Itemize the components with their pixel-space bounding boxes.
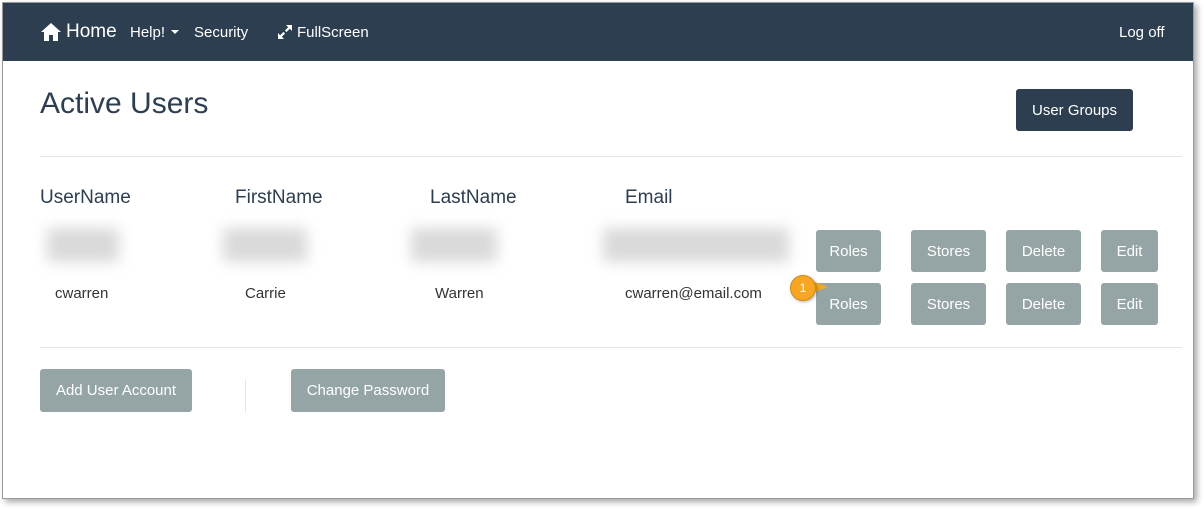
nav-help-label: Help! xyxy=(130,23,166,41)
add-user-account-button[interactable]: Add User Account xyxy=(40,369,192,412)
cell-username: cwarren xyxy=(55,285,109,302)
redacted-lastname xyxy=(411,228,497,262)
user-groups-button[interactable]: User Groups xyxy=(1016,89,1133,131)
column-header-lastname: LastName xyxy=(430,187,517,208)
nav-security-link[interactable]: Security xyxy=(194,3,248,61)
nav-logoff-label: Log off xyxy=(1119,23,1165,41)
stores-button[interactable]: Stores xyxy=(911,230,986,272)
stores-button[interactable]: Stores xyxy=(911,283,986,325)
divider xyxy=(40,347,1182,348)
roles-button[interactable]: Roles xyxy=(816,230,881,272)
top-navbar: Home Help! Security FullScreen Log off xyxy=(3,3,1193,61)
redacted-email xyxy=(603,228,789,262)
redacted-username xyxy=(47,228,119,262)
column-header-firstname: FirstName xyxy=(235,187,323,208)
home-icon xyxy=(41,23,61,41)
edit-button[interactable]: Edit xyxy=(1101,283,1158,325)
delete-button[interactable]: Delete xyxy=(1006,283,1081,325)
expand-icon xyxy=(278,25,292,39)
page-title: Active Users xyxy=(40,87,209,120)
divider xyxy=(40,156,1182,157)
app-window: Home Help! Security FullScreen Log off A… xyxy=(2,2,1194,499)
cell-firstname: Carrie xyxy=(245,285,286,302)
caret-down-icon xyxy=(171,30,180,34)
column-header-email: Email xyxy=(625,187,673,208)
nav-help-dropdown[interactable]: Help! xyxy=(130,3,180,61)
cell-email: cwarren@email.com xyxy=(625,285,762,302)
nav-fullscreen-label: FullScreen xyxy=(297,23,369,41)
delete-button[interactable]: Delete xyxy=(1006,230,1081,272)
callout-badge: 1 xyxy=(790,275,816,301)
vertical-divider xyxy=(245,379,246,413)
column-header-username: UserName xyxy=(40,187,131,208)
cell-lastname: Warren xyxy=(435,285,484,302)
nav-home-link[interactable]: Home xyxy=(40,3,117,61)
nav-logoff-link[interactable]: Log off xyxy=(1119,3,1165,61)
nav-fullscreen-link[interactable]: FullScreen xyxy=(277,3,369,61)
edit-button[interactable]: Edit xyxy=(1101,230,1158,272)
nav-security-label: Security xyxy=(194,23,249,41)
redacted-firstname xyxy=(223,228,307,262)
nav-home-label: Home xyxy=(66,21,117,42)
change-password-button[interactable]: Change Password xyxy=(291,369,445,412)
